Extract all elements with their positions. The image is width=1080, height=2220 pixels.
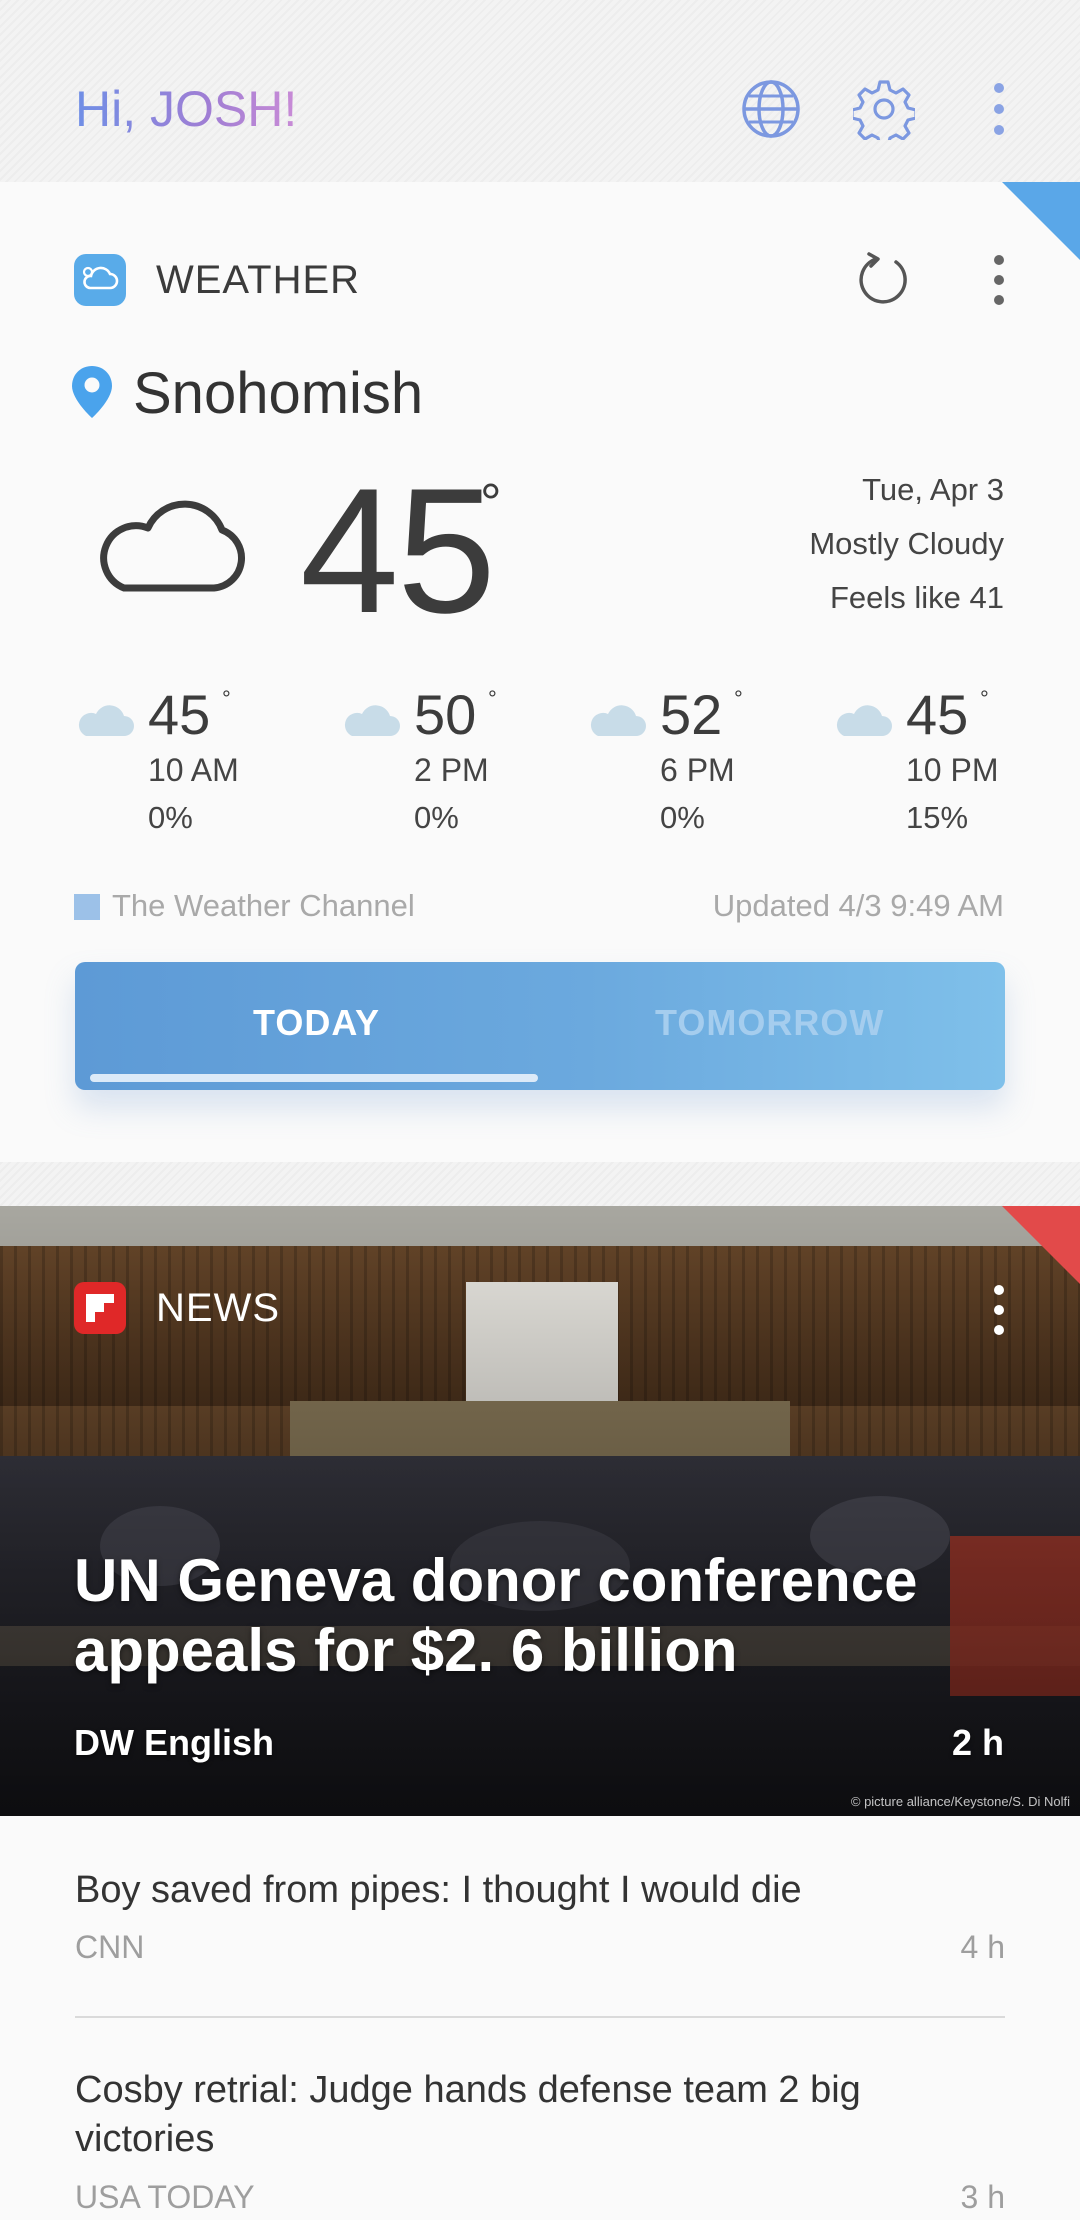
story-age: 3 h (960, 2178, 1005, 2215)
weather-date: Tue, Apr 3 (862, 472, 1004, 507)
story-meta: USA TODAY 3 h (75, 2179, 1005, 2220)
story-title: Boy saved from pipes: I thought I would … (75, 1869, 802, 1911)
hour-time: 10 AM (148, 752, 239, 788)
more-vert-icon[interactable] (983, 78, 1015, 140)
weather-title: WEATHER (156, 258, 361, 302)
hour-precip: 0% (148, 800, 193, 835)
hour-temp: 50 (414, 683, 477, 746)
gear-icon[interactable] (853, 78, 915, 140)
mini-cloud-icon (836, 705, 892, 736)
news-hero-age: 2 h (951, 1722, 1004, 1763)
weather-app-icon (74, 254, 126, 306)
hour-time: 2 PM (414, 752, 489, 788)
feels-like: Feels like 41 (829, 580, 1004, 615)
hourly-forecast-item: 52 ° 6 PM 0% (586, 682, 816, 842)
weather-card[interactable]: WEATHER Snohomish 45 ° Tue, Apr 3 Mostly… (0, 182, 1080, 1162)
story-title: Cosby retrial: Judge hands defense team … (75, 2069, 861, 2161)
news-more-icon[interactable] (983, 1282, 1015, 1338)
weather-condition: Mostly Cloudy (809, 526, 1004, 561)
mini-cloud-icon (344, 705, 400, 736)
tab-tomorrow[interactable]: TOMORROW (655, 1002, 884, 1044)
flipboard-icon (74, 1282, 126, 1334)
updated-time: Updated 4/3 9:49 AM (712, 888, 1004, 923)
hour-precip: 15% (906, 800, 969, 835)
weather-channel-logo (74, 894, 100, 920)
story-source: USA TODAY (75, 2178, 255, 2215)
story-source: CNN (75, 1929, 145, 1966)
news-title: NEWS (156, 1286, 280, 1330)
tab-today[interactable]: TODAY (253, 1002, 380, 1044)
card-corner-marker (1002, 1206, 1080, 1284)
hourly-forecast-item: 45 ° 10 AM 0% (74, 682, 304, 842)
weather-source[interactable]: The Weather Channel (112, 888, 415, 924)
greeting: Hi, JOSH! (75, 81, 298, 137)
hour-degree: ° (222, 686, 231, 711)
news-hero[interactable]: NEWS UN Geneva donor conference appeals … (0, 1206, 1080, 1816)
mini-cloud-icon (78, 705, 134, 736)
hour-temp: 45 (906, 683, 969, 746)
story-age: 4 h (960, 1929, 1005, 1966)
weather-more-icon[interactable] (983, 252, 1015, 308)
divider (75, 2016, 1005, 2018)
location-pin-icon (72, 366, 112, 418)
card-corner-marker (1002, 182, 1080, 260)
cloud-icon (100, 500, 245, 592)
hour-temp: 45 (148, 683, 211, 746)
hour-precip: 0% (660, 800, 705, 835)
news-list-item[interactable]: Cosby retrial: Judge hands defense team … (75, 2066, 1005, 2220)
hour-degree: ° (488, 686, 497, 711)
current-temperature: 45 (300, 451, 496, 650)
hourly-forecast-item: 45 ° 10 PM 15% (832, 682, 1062, 842)
header: Hi, JOSH! (0, 0, 1080, 182)
hour-degree: ° (734, 686, 743, 711)
hour-precip: 0% (414, 800, 459, 835)
hour-temp: 52 (660, 683, 723, 746)
location-name: Snohomish (133, 361, 424, 426)
story-meta: CNN 4 h (75, 1929, 1005, 1973)
globe-icon[interactable] (740, 78, 802, 140)
hourly-forecast-item: 50 ° 2 PM 0% (340, 682, 570, 842)
tab-indicator (90, 1074, 538, 1082)
news-headline[interactable]: UN Geneva donor conference appeals for $… (74, 1546, 974, 1686)
hour-time: 6 PM (660, 752, 735, 788)
photo-credit: © picture alliance/Keystone/S. Di Nolfi (850, 1794, 1070, 1809)
day-tabs: TODAY TOMORROW (75, 962, 1005, 1090)
degree-symbol: ° (480, 473, 502, 533)
mini-cloud-icon (590, 705, 646, 736)
news-hero-source: DW English (74, 1722, 274, 1763)
hour-time: 10 PM (906, 752, 999, 788)
news-list-item[interactable]: Boy saved from pipes: I thought I would … (75, 1866, 1005, 1973)
hour-degree: ° (980, 686, 989, 711)
news-card: NEWS UN Geneva donor conference appeals … (0, 1206, 1080, 2220)
refresh-icon[interactable] (856, 250, 912, 306)
